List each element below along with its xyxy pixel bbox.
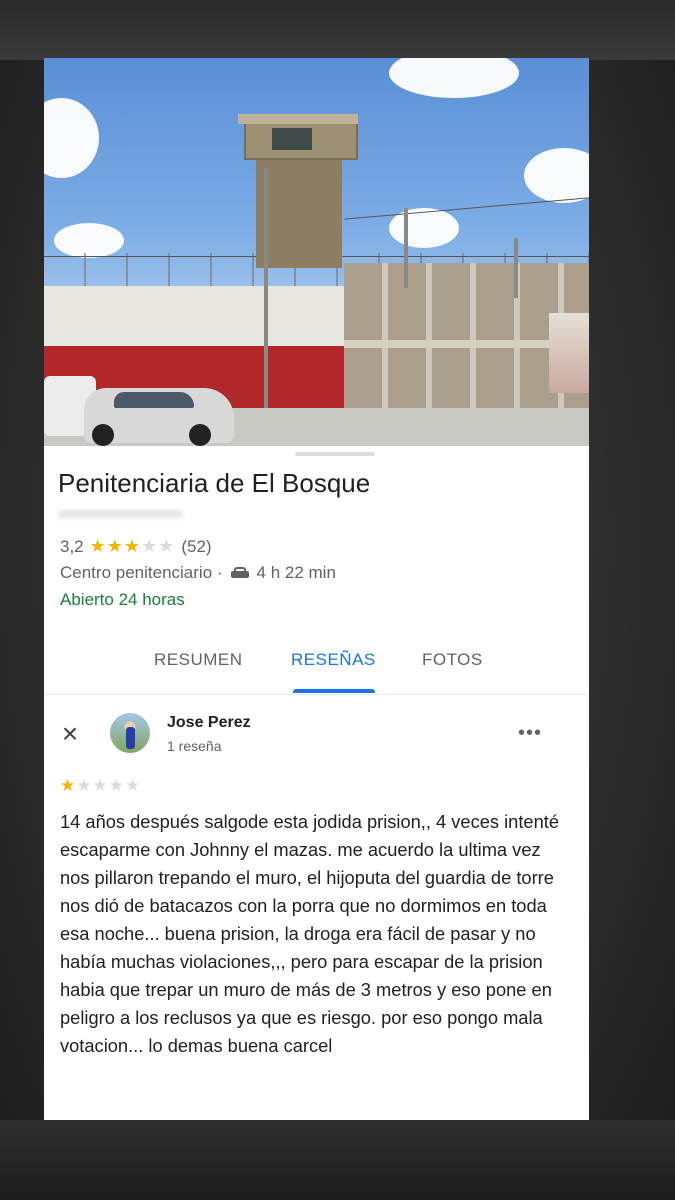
open-hours: Abierto 24 horas xyxy=(60,590,185,609)
tab-resenas[interactable]: RESEÑAS xyxy=(291,650,376,670)
tab-resumen[interactable]: RESUMEN xyxy=(154,650,243,670)
tabs-divider xyxy=(44,694,589,695)
review-text: 14 años después salgode esta jodida pris… xyxy=(60,811,560,1056)
tab-fotos[interactable]: FOTOS xyxy=(422,650,483,670)
author-review-count: 1 reseña xyxy=(167,738,222,754)
street-lamp xyxy=(404,208,408,288)
travel-time: 4 h 22 min xyxy=(256,563,336,582)
street-lamp xyxy=(514,238,518,298)
blurred-subtitle xyxy=(58,510,183,518)
review-count: (52) xyxy=(181,536,212,556)
wire xyxy=(344,197,589,220)
more-options-icon[interactable]: ••• xyxy=(518,722,542,745)
close-icon[interactable]: × xyxy=(58,720,82,748)
star-icon: ★ xyxy=(60,776,77,795)
cloud xyxy=(524,148,589,203)
tower-window xyxy=(272,128,312,150)
rating-stars: ★★★★★ xyxy=(90,536,176,557)
avatar[interactable] xyxy=(110,713,150,753)
rating-row[interactable]: 3,2 ★★★★★ (52) xyxy=(60,536,212,557)
place-photo[interactable] xyxy=(44,58,589,446)
place-category: Centro penitenciario · xyxy=(60,563,223,582)
star-empty-icon: ★★ xyxy=(141,536,176,556)
category-row: Centro penitenciario · 4 h 22 min xyxy=(60,563,336,583)
review-rating-stars: ★★★★★ xyxy=(60,776,141,796)
place-card: Penitenciaria de El Bosque 3,2 ★★★★★ (52… xyxy=(44,58,589,1120)
star-empty-icon: ★★★★ xyxy=(76,776,142,795)
active-tab-indicator xyxy=(293,689,375,693)
car-wheel xyxy=(92,424,114,446)
cloud xyxy=(389,58,519,98)
place-title: Penitenciaria de El Bosque xyxy=(58,468,371,498)
watch-tower xyxy=(256,158,342,268)
drag-handle[interactable] xyxy=(295,452,375,456)
utility-pole xyxy=(264,168,268,428)
background-bottom xyxy=(0,1120,675,1200)
cloud xyxy=(44,98,99,178)
car-wheel xyxy=(189,424,211,446)
review-author[interactable]: Jose Perez xyxy=(167,714,251,732)
car-window xyxy=(114,392,194,408)
tab-bar: RESUMEN RESEÑAS FOTOS xyxy=(44,638,589,694)
star-icon: ★★★ xyxy=(89,536,142,556)
wall-mural xyxy=(549,313,589,393)
rating-value: 3,2 xyxy=(60,536,84,556)
background-top xyxy=(0,0,675,60)
car-icon xyxy=(230,566,249,580)
tower-roof xyxy=(238,114,358,124)
